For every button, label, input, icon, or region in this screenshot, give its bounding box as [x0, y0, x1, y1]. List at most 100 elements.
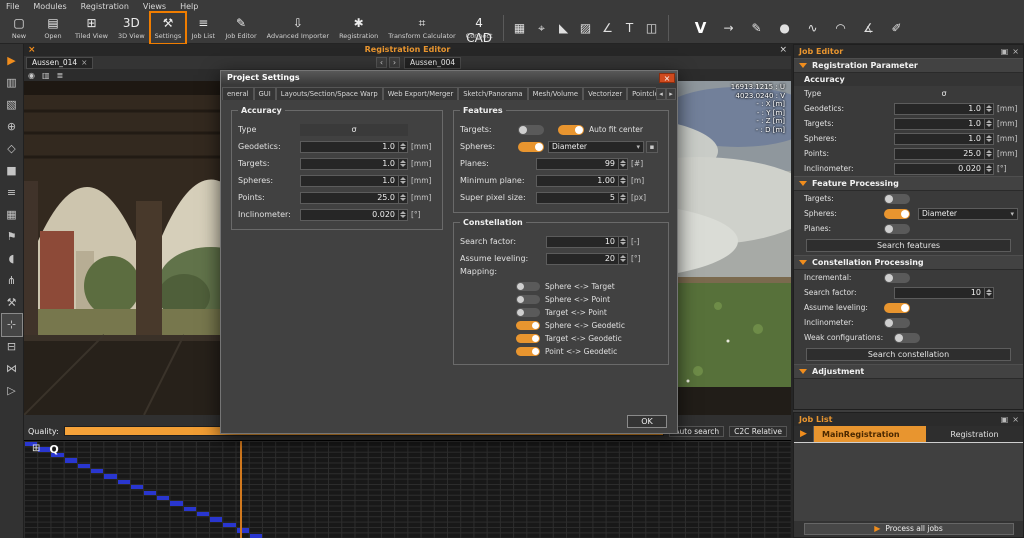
- point-tool-icon[interactable]: ●: [774, 17, 796, 39]
- spinner[interactable]: [398, 142, 407, 152]
- value-input[interactable]: 20: [546, 253, 628, 265]
- incremental-toggle[interactable]: [884, 273, 910, 283]
- spinner[interactable]: [618, 176, 627, 186]
- spinner[interactable]: [398, 176, 407, 186]
- matrix-cell[interactable]: [250, 534, 262, 538]
- matrix-cell[interactable]: [118, 480, 130, 484]
- spinner[interactable]: [618, 159, 627, 169]
- value-input[interactable]: 1.0: [300, 158, 408, 170]
- cylinder-tool-icon[interactable]: ◫: [641, 17, 663, 39]
- image-pair-icon[interactable]: ▧: [2, 94, 22, 116]
- hatch-tool-icon[interactable]: ▨: [575, 17, 597, 39]
- spinner[interactable]: [618, 193, 627, 203]
- flag-icon[interactable]: ⚑: [2, 226, 22, 248]
- menu-file[interactable]: File: [6, 2, 19, 11]
- search-factor-input[interactable]: 10: [894, 287, 994, 299]
- value-input[interactable]: 1.00: [536, 175, 628, 187]
- run-job-button[interactable]: ▶: [794, 426, 814, 442]
- tab-web-export[interactable]: Web Export/Merger: [383, 87, 459, 100]
- matrix-cell[interactable]: [197, 512, 209, 516]
- sphere-options-button[interactable]: ▪: [646, 141, 658, 153]
- matrix-cell[interactable]: [144, 491, 156, 495]
- undock-icon[interactable]: ▣: [1001, 47, 1009, 56]
- close-icon[interactable]: ×: [1012, 47, 1019, 56]
- spinner[interactable]: [398, 159, 407, 169]
- target-tool-icon[interactable]: ⌖: [531, 17, 553, 39]
- value-input[interactable]: 25.0: [300, 192, 408, 204]
- matrix-cell[interactable]: [131, 485, 143, 489]
- tools-icon[interactable]: ⚒: [2, 292, 22, 314]
- angle-tool-icon[interactable]: ∠: [597, 17, 619, 39]
- tab-gui[interactable]: GUI: [254, 87, 276, 100]
- prev-image-button[interactable]: ‹: [376, 57, 387, 68]
- job-editor-button[interactable]: ✎ Job Editor: [221, 13, 260, 43]
- section-adjustment[interactable]: Adjustment: [794, 364, 1023, 379]
- tiled-view-button[interactable]: ⊞ Tiled View: [71, 13, 112, 43]
- sphere-diameter-dropdown[interactable]: Diameter ▾: [918, 208, 1018, 220]
- job-list-button[interactable]: ≡ Job List: [187, 13, 219, 43]
- value-input[interactable]: 0.020: [894, 163, 994, 175]
- matrix-cell[interactable]: [184, 507, 196, 511]
- globe-icon[interactable]: ⊕: [2, 116, 22, 138]
- matrix-cell[interactable]: [91, 469, 103, 473]
- matrix-cell[interactable]: [65, 458, 77, 462]
- c2c-relative-button[interactable]: C2C Relative: [729, 426, 787, 437]
- layers-icon[interactable]: ≣: [57, 71, 64, 80]
- transform-calculator-button[interactable]: ⌗ Transform Calculator: [384, 13, 459, 43]
- spinner[interactable]: [984, 149, 993, 159]
- settings-button[interactable]: ⚒ Settings: [151, 13, 186, 43]
- correlation-matrix[interactable]: [24, 440, 791, 538]
- point-select-icon[interactable]: ⊹: [2, 314, 22, 336]
- value-input[interactable]: 1.0: [894, 103, 994, 115]
- matrix-cell[interactable]: [104, 474, 116, 478]
- menu-help[interactable]: Help: [180, 2, 198, 11]
- connect-button[interactable]: 4 CAD Connect: [462, 13, 497, 43]
- process-all-jobs-button[interactable]: ▶ Process all jobs: [804, 523, 1014, 535]
- spheres-toggle[interactable]: [518, 142, 544, 152]
- comment-icon[interactable]: ◖: [2, 248, 22, 270]
- value-input[interactable]: 1.0: [894, 133, 994, 145]
- matrix-cell[interactable]: [170, 501, 182, 505]
- value-input[interactable]: 1.0: [894, 118, 994, 130]
- mapping-toggle[interactable]: [516, 334, 540, 343]
- mapping-toggle[interactable]: [516, 295, 540, 304]
- new-button[interactable]: ▢ New: [3, 13, 35, 43]
- value-input[interactable]: 25.0: [894, 148, 994, 160]
- inclinometer-toggle[interactable]: [884, 318, 910, 328]
- box-icon[interactable]: ▦: [2, 204, 22, 226]
- spinner[interactable]: [984, 104, 993, 114]
- value-input[interactable]: 10: [546, 236, 628, 248]
- value-input[interactable]: 99: [536, 158, 628, 170]
- polyline-tool-icon[interactable]: ∿: [802, 17, 824, 39]
- pen-tool-icon[interactable]: ✎: [746, 17, 768, 39]
- close-icon[interactable]: ×: [1012, 415, 1019, 424]
- nodes-icon[interactable]: ⋔: [2, 270, 22, 292]
- mapping-toggle[interactable]: [516, 308, 540, 317]
- tab-scroll-right-icon[interactable]: ▸: [666, 88, 676, 100]
- matrix-cell[interactable]: [223, 523, 235, 527]
- tab-left-image[interactable]: Aussen_014 ×: [26, 57, 93, 69]
- line-tool-icon[interactable]: →: [718, 17, 740, 39]
- spinner[interactable]: [618, 237, 627, 247]
- section-constellation-processing[interactable]: Constellation Processing: [794, 255, 1023, 270]
- search-constellation-button[interactable]: Search constellation: [806, 348, 1011, 361]
- tab-right-image[interactable]: Aussen_004: [404, 57, 461, 69]
- 3d-view-button[interactable]: 3D 3D View: [114, 13, 149, 43]
- job-list-body[interactable]: [794, 443, 1023, 521]
- value-input[interactable]: 0.020: [300, 209, 408, 221]
- sphere-diameter-dropdown[interactable]: Diameter ▾: [548, 141, 644, 153]
- tab-layouts[interactable]: Layouts/Section/Space Warp: [276, 87, 383, 100]
- mapping-toggle[interactable]: [516, 321, 540, 330]
- next-icon[interactable]: ▷: [2, 380, 22, 402]
- vector-tool-icon[interactable]: V: [690, 17, 712, 39]
- spheres-toggle[interactable]: [884, 209, 910, 219]
- tab-vectorizer[interactable]: Vectorizer: [583, 87, 627, 100]
- matrix-cell[interactable]: [157, 496, 169, 500]
- mapping-toggle[interactable]: [516, 282, 540, 291]
- window-close-icon[interactable]: ×: [779, 44, 787, 56]
- spinner[interactable]: [618, 254, 627, 264]
- mapping-toggle[interactable]: [516, 347, 540, 356]
- matrix-cell[interactable]: [210, 517, 222, 521]
- menu-registration[interactable]: Registration: [81, 2, 129, 11]
- arc-tool-icon[interactable]: ◠: [830, 17, 852, 39]
